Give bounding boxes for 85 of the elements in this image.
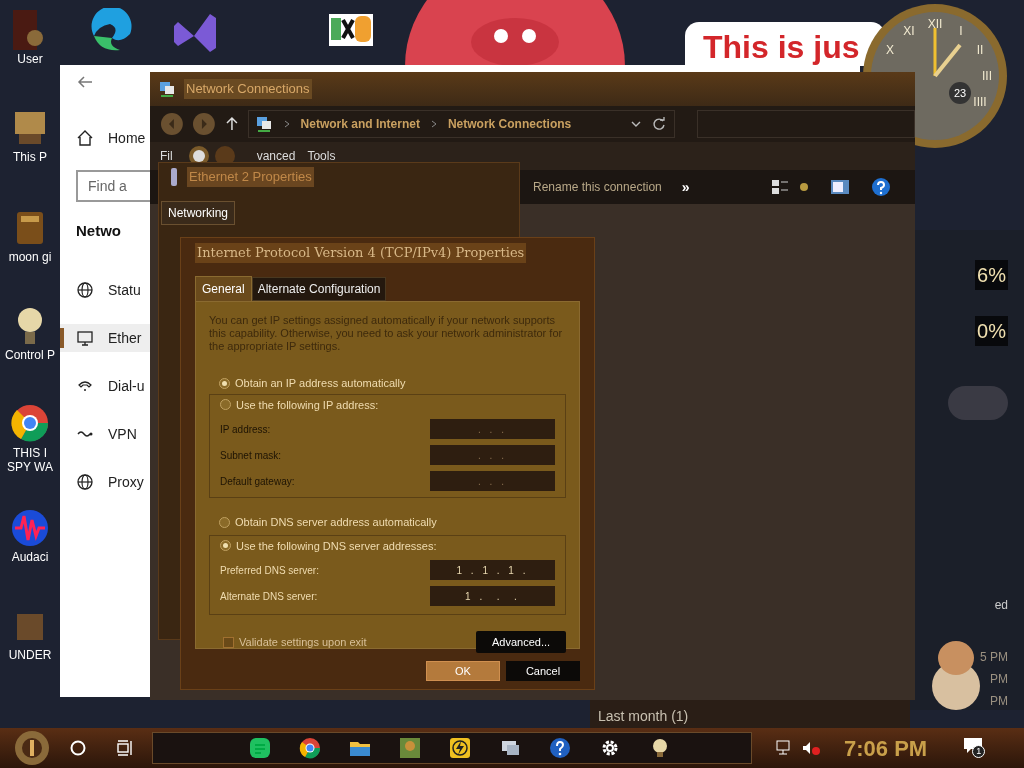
status-text: ed xyxy=(994,597,1008,614)
checkbox[interactable] xyxy=(223,636,234,648)
tab[interactable]: General xyxy=(195,276,252,301)
browser-icon[interactable] xyxy=(299,737,321,759)
radio-button[interactable] xyxy=(220,540,231,552)
radio-option[interactable]: Use the following DNS server addresses: xyxy=(220,537,555,554)
list-group-label: Last month (1) xyxy=(598,708,689,724)
breadcrumb-item[interactable]: Network and Internet xyxy=(300,115,420,133)
breadcrumb-item[interactable]: Network Connections xyxy=(447,115,572,133)
chevron-icon[interactable] xyxy=(282,120,291,128)
percent-reading: 6% xyxy=(975,260,1008,290)
radio-option[interactable]: Obtain DNS server address automatically xyxy=(219,514,566,531)
notes-icon[interactable] xyxy=(249,737,271,759)
task-view-icon[interactable] xyxy=(116,740,134,756)
view-options-icon[interactable] xyxy=(771,179,789,195)
home-icon xyxy=(76,129,94,147)
dialog-title: Ethernet 2 Properties xyxy=(187,167,314,187)
time-text: PM xyxy=(990,693,1008,710)
radio-button[interactable] xyxy=(219,516,230,528)
menu-item[interactable]: Fil xyxy=(160,147,173,165)
field-label: Preferred DNS server: xyxy=(220,563,319,578)
bolt-icon[interactable] xyxy=(449,737,471,759)
up-arrow-icon[interactable] xyxy=(223,116,240,132)
time-text: 5 PM xyxy=(980,649,1008,666)
advanced-button[interactable]: Advanced... xyxy=(476,631,566,653)
chevron-icon[interactable] xyxy=(429,120,438,128)
icon-label: UNDER xyxy=(7,648,53,662)
home-link[interactable]: Home xyxy=(60,124,150,152)
field-label: Default gateway: xyxy=(220,474,295,489)
time-text: PM xyxy=(990,671,1008,688)
box-art-icon[interactable] xyxy=(399,737,421,759)
icon-label: Audaci xyxy=(10,550,50,564)
radio-button[interactable] xyxy=(220,399,231,411)
refresh-icon[interactable] xyxy=(651,117,666,131)
radio-option[interactable]: Obtain an IP address automatically xyxy=(219,375,566,392)
gear-start-icon[interactable] xyxy=(12,730,52,766)
command-button[interactable]: Rename this connection xyxy=(533,178,662,196)
icon-label: Control P xyxy=(4,348,56,362)
address-field[interactable]: Network and Internet Network Connections xyxy=(247,110,675,138)
nav-item[interactable]: Proxy xyxy=(60,468,150,496)
help-icon[interactable] xyxy=(549,737,571,759)
menu-item[interactable]: vanced xyxy=(256,147,296,165)
icon-label: User xyxy=(16,52,44,66)
nav-item[interactable]: Dial-u xyxy=(60,372,150,400)
field-label: Subnet mask: xyxy=(220,448,282,463)
muted-speaker-icon[interactable] xyxy=(802,740,820,756)
more-button[interactable]: » xyxy=(681,176,690,198)
checkbox-option[interactable]: Validate settings upon exit xyxy=(223,633,367,651)
section-heading: Netwo xyxy=(76,221,121,241)
network-icon xyxy=(158,80,176,98)
hamster-figure xyxy=(930,640,982,710)
nav-item[interactable]: VPN xyxy=(60,420,150,448)
ok-button[interactable]: OK xyxy=(426,661,500,681)
search-circle-icon[interactable] xyxy=(70,740,86,756)
field-label: IP address: xyxy=(220,422,271,437)
radio-button[interactable] xyxy=(219,377,230,389)
window-title: Network Connections xyxy=(184,79,312,99)
field-label: Alternate DNS server: xyxy=(220,589,318,604)
monitor-icon xyxy=(76,329,94,347)
ip-input-field[interactable]: 1 . . . xyxy=(430,586,555,606)
ip-input-field[interactable]: 1 . 1 . 1 . xyxy=(430,560,555,580)
icon-label: This P xyxy=(12,150,48,164)
tab[interactable]: Alternate Configuration xyxy=(251,277,387,301)
plug-icon xyxy=(169,168,179,186)
radio-option[interactable]: Use the following IP address: xyxy=(220,396,555,413)
percent-reading: 0% xyxy=(975,316,1008,346)
clock-time[interactable]: 7:06 PM xyxy=(844,731,928,765)
menu-item[interactable]: Tools xyxy=(307,147,336,165)
globe-icon xyxy=(76,281,94,299)
help-icon[interactable] xyxy=(871,177,891,197)
network-icon xyxy=(254,115,273,133)
notification-badge: 1 xyxy=(972,745,986,758)
cancel-button[interactable]: Cancel xyxy=(506,661,580,681)
home-link[interactable]: Statu xyxy=(60,276,150,304)
tab[interactable]: Networking xyxy=(161,201,236,225)
nav-item[interactable]: Ether xyxy=(60,324,150,352)
dialog-title: Internet Protocol Version 4 (TCP/IPv4) Properties xyxy=(195,243,527,263)
search-placeholder: Find a xyxy=(88,176,127,196)
banner-text: This is jus xyxy=(703,29,860,65)
preview-pane-icon[interactable] xyxy=(831,180,849,194)
search-field[interactable] xyxy=(696,110,915,138)
icon-label: moon gi xyxy=(7,250,53,264)
icon-label: THIS I SPY WA xyxy=(6,446,54,474)
description-text: You can get IP settings assigned automatically if your network supports this capability. Otherwise, you need to ask your network administrator for the appropriate IP settings. xyxy=(209,314,564,353)
globe-icon xyxy=(76,473,94,491)
